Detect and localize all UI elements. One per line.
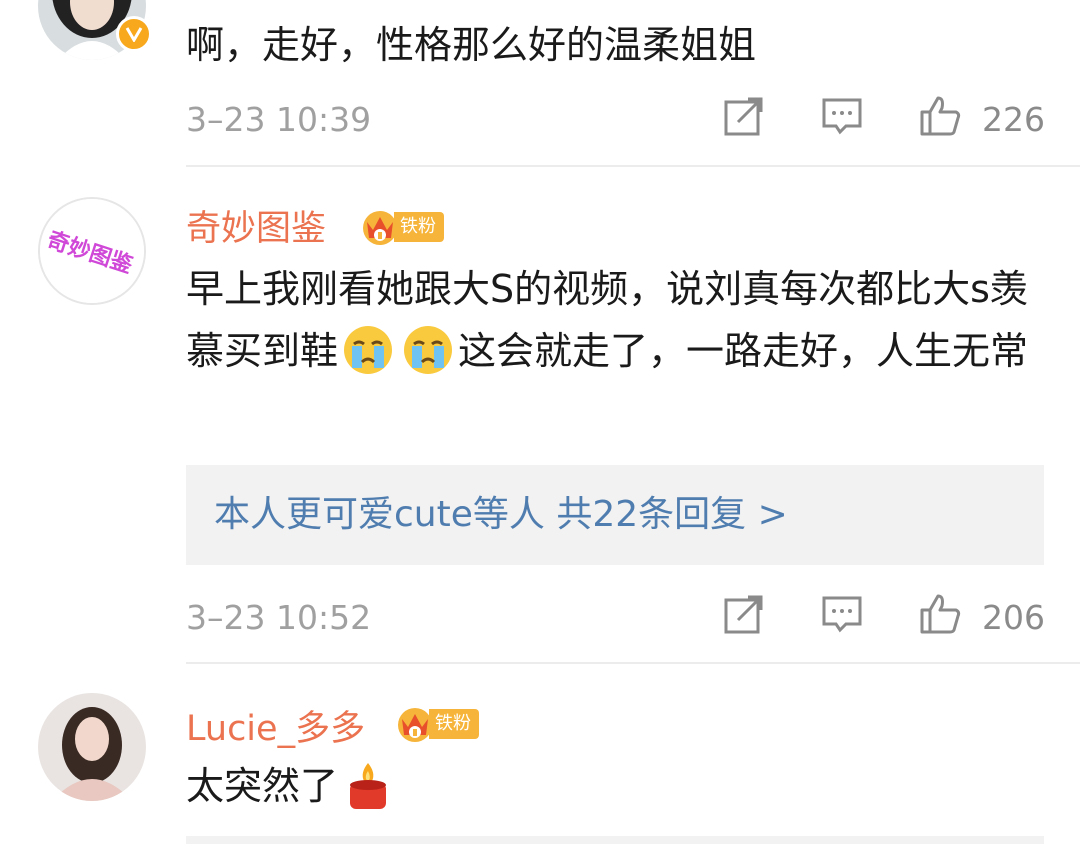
comment-icon[interactable] bbox=[820, 592, 864, 636]
candle-emoji bbox=[350, 762, 387, 809]
comment-time: 3–23 10:52 bbox=[186, 598, 372, 637]
crown-icon bbox=[363, 211, 397, 245]
comment-text-body: 太突然了 bbox=[186, 764, 339, 808]
comment-meta: 3–23 10:52 206 bbox=[186, 592, 1045, 642]
username[interactable]: 奇妙图鉴 bbox=[186, 200, 326, 251]
avatar[interactable] bbox=[38, 0, 152, 60]
like-count: 226 bbox=[982, 100, 1045, 139]
comment-text: 啊，走好，性格那么好的温柔姐姐 bbox=[186, 23, 757, 67]
share-icon[interactable] bbox=[722, 94, 766, 138]
comment-text-part2: 这会就走了，一路走好，人生无常 bbox=[458, 329, 1029, 373]
share-icon[interactable] bbox=[722, 592, 766, 636]
comment-time: 3–23 10:39 bbox=[186, 100, 372, 139]
verified-icon bbox=[116, 16, 152, 52]
avatar[interactable]: 奇妙图鉴 bbox=[38, 197, 146, 305]
crying-face-emoji bbox=[344, 325, 393, 374]
divider bbox=[186, 662, 1080, 664]
username[interactable]: Lucie_多多 bbox=[186, 700, 365, 751]
badge-label: 铁粉 bbox=[429, 709, 479, 739]
fan-badge: 铁粉 bbox=[360, 208, 444, 246]
divider bbox=[186, 165, 1080, 167]
badge-label: 铁粉 bbox=[394, 212, 444, 242]
comment-icon[interactable] bbox=[820, 94, 864, 138]
crown-icon bbox=[398, 708, 432, 742]
comment-meta: 3–23 10:39 226 bbox=[186, 94, 1045, 144]
comment-text: 早上我刚看她跟大S的视频，说刘真每次都比大s羡慕买到鞋 这会就走了，一路走好，人… bbox=[186, 258, 1036, 382]
divider bbox=[186, 836, 1044, 844]
thumbs-up-icon[interactable] bbox=[918, 94, 962, 138]
fan-badge: 铁粉 bbox=[395, 705, 479, 743]
comment-text: 太突然了 bbox=[186, 755, 1036, 817]
replies-link[interactable]: 本人更可爱cute等人 共22条回复 > bbox=[186, 465, 1044, 565]
avatar[interactable] bbox=[38, 693, 146, 801]
like-count: 206 bbox=[982, 598, 1045, 637]
crying-face-emoji bbox=[404, 325, 453, 374]
thumbs-up-icon[interactable] bbox=[918, 592, 962, 636]
